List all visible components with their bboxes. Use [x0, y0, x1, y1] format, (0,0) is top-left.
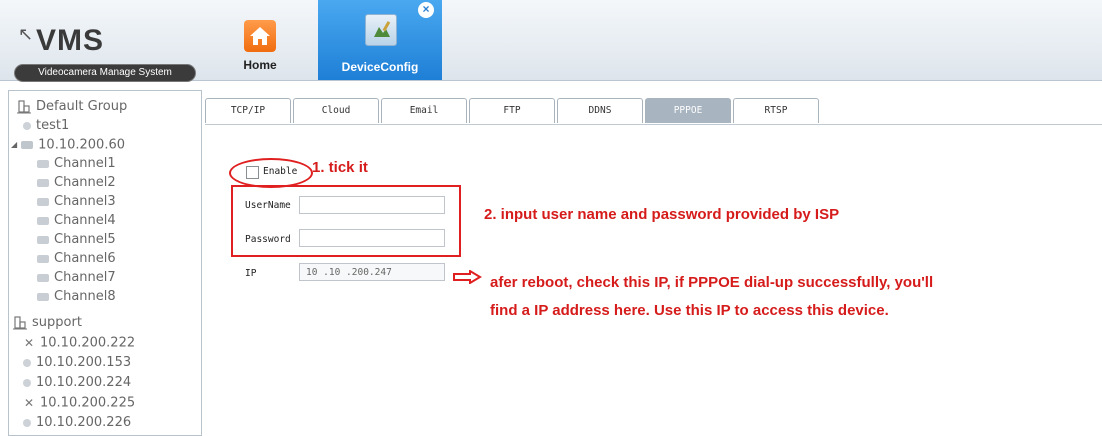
tab-cloud[interactable]: Cloud — [293, 98, 379, 123]
tree-item-label: test1 — [36, 118, 70, 133]
expand-icon[interactable]: ◢ — [11, 135, 17, 155]
tree-item-test1[interactable]: test1 — [23, 116, 69, 136]
tree-item-label: 10.10.200.226 — [36, 415, 132, 430]
device-icon — [23, 378, 31, 387]
cursor-icon: ↖ — [18, 24, 34, 45]
channel-icon — [37, 197, 49, 206]
tree-item-channel7[interactable]: Channel7 — [37, 268, 116, 288]
tree-item-label: Channel3 — [54, 194, 116, 209]
tree-item-label: 10.10.200.225 — [40, 395, 136, 411]
tree-item-label: Channel5 — [54, 232, 116, 247]
tree-item-10-10-200-226[interactable]: 10.10.200.226 — [23, 413, 131, 433]
logo-title: VMS — [36, 24, 105, 57]
tree-item-10-10-200-224[interactable]: 10.10.200.224 — [23, 373, 131, 393]
annotation-step3-line2: find a IP address here. Use this IP to a… — [490, 302, 889, 319]
tree-item-label: 10.10.200.60 — [38, 137, 125, 153]
annotation-step2: 2. input user name and password provided… — [484, 206, 840, 223]
tab-rtsp[interactable]: RTSP — [733, 98, 819, 123]
camera-icon — [21, 141, 34, 149]
tree-item-10-10-200-153[interactable]: 10.10.200.153 — [23, 353, 131, 373]
enable-checkbox[interactable] — [246, 166, 259, 179]
tab-pppoe[interactable]: PPPOE — [645, 98, 731, 123]
tree-item-label: Default Group — [36, 99, 128, 114]
tree-item-10-10-200-222[interactable]: ✕ 10.10.200.222 — [23, 333, 135, 353]
channel-icon — [37, 254, 49, 263]
tree-item-label: Channel6 — [54, 251, 116, 266]
tree-item-label: Channel8 — [54, 289, 116, 304]
group-icon — [13, 315, 27, 330]
tree-item-channel6[interactable]: Channel6 — [37, 249, 116, 269]
tree-item-channel8[interactable]: Channel8 — [37, 287, 116, 307]
annotation-step1: 1. tick it — [312, 159, 368, 176]
ip-label: IP — [245, 268, 257, 279]
tree-item-label: Channel7 — [54, 270, 116, 285]
channel-icon — [37, 159, 49, 168]
device-icon — [23, 418, 31, 427]
channel-icon — [37, 273, 49, 282]
password-field[interactable] — [299, 229, 445, 247]
ip-field[interactable]: 10 .10 .200.247 — [299, 263, 445, 281]
offline-icon: ✕ — [23, 396, 35, 410]
device-icon — [23, 358, 31, 367]
app-header: ↖ VMS Videocamera Manage System Home × D… — [0, 0, 1102, 82]
close-icon[interactable]: × — [418, 2, 434, 18]
channel-icon — [37, 292, 49, 301]
nav-home-button[interactable]: Home — [235, 20, 285, 78]
password-label: Password — [245, 234, 291, 245]
tree-item-label: Channel4 — [54, 213, 116, 228]
tree-item-channel1[interactable]: Channel1 — [37, 154, 116, 174]
tree-item-channel3[interactable]: Channel3 — [37, 192, 116, 212]
nav-deviceconfig-label: DeviceConfig — [341, 60, 419, 74]
tree-item-channel2[interactable]: Channel2 — [37, 173, 116, 193]
username-field[interactable] — [299, 196, 445, 214]
arrow-right-icon — [453, 270, 482, 284]
username-label: UserName — [245, 200, 291, 211]
device-icon — [23, 121, 31, 130]
tree-item-label: Channel1 — [54, 156, 116, 171]
tree-item-label: 10.10.200.153 — [36, 355, 132, 370]
tree-item-label: 10.10.200.222 — [40, 335, 136, 351]
annotation-step3-line1: afer reboot, check this IP, if PPPOE dia… — [490, 274, 934, 291]
group-icon — [17, 99, 31, 114]
tree-item-label: Channel2 — [54, 175, 116, 190]
tree-item-channel4[interactable]: Channel4 — [37, 211, 116, 231]
tree-item-label: 10.10.200.224 — [36, 375, 132, 390]
enable-label: Enable — [263, 166, 298, 177]
channel-icon — [37, 178, 49, 187]
nav-deviceconfig-tab[interactable]: × DeviceConfig — [318, 0, 442, 80]
offline-icon: ✕ — [23, 336, 35, 350]
channel-icon — [37, 235, 49, 244]
tree-item-label: support — [32, 315, 82, 330]
tree-item-default-group[interactable]: Default Group — [17, 97, 127, 117]
logo-subtitle: Videocamera Manage System — [14, 64, 196, 82]
channel-icon — [37, 216, 49, 225]
deviceconfig-icon — [365, 14, 397, 46]
tree-item-support[interactable]: support — [13, 313, 82, 333]
tab-email[interactable]: Email — [381, 98, 467, 123]
tab-ddns[interactable]: DDNS — [557, 98, 643, 123]
config-tabs: TCP/IP Cloud Email FTP DDNS PPPOE RTSP — [205, 98, 1102, 125]
tab-tcpip[interactable]: TCP/IP — [205, 98, 291, 123]
tree-item-10-10-200-60[interactable]: ◢ 10.10.200.60 — [11, 135, 125, 155]
tree-item-10-10-200-225[interactable]: ✕ 10.10.200.225 — [23, 393, 135, 413]
nav-home-label: Home — [243, 58, 277, 72]
device-tree: Default Group test1 ◢ 10.10.200.60 Channe… — [8, 90, 202, 436]
tab-ftp[interactable]: FTP — [469, 98, 555, 123]
tree-item-channel5[interactable]: Channel5 — [37, 230, 116, 250]
home-icon — [244, 20, 276, 52]
